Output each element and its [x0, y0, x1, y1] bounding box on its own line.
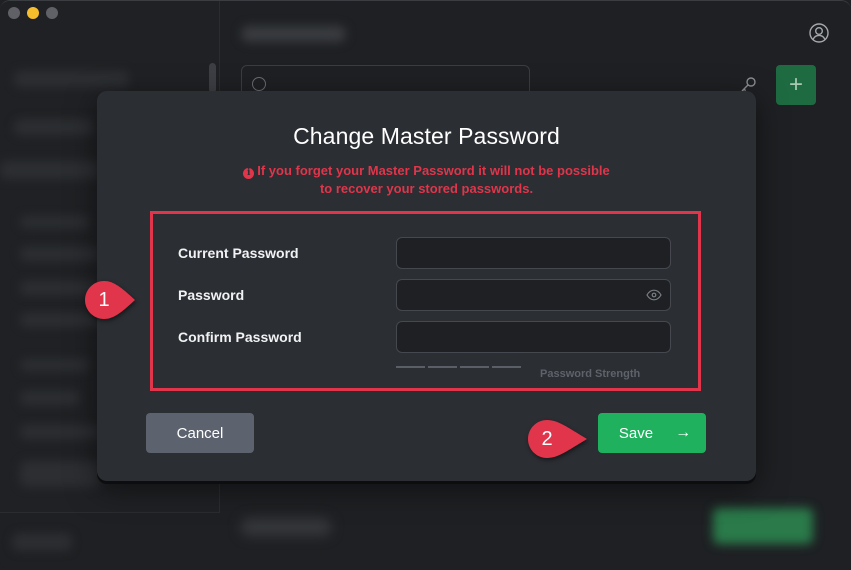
strength-segment: [396, 366, 425, 368]
password-strength-meter: [396, 366, 521, 368]
marker-number: 1: [98, 289, 110, 311]
footer-button-blurred[interactable]: [713, 508, 813, 544]
password-strength-label: Password Strength: [540, 368, 641, 380]
sidebar-item-blurred[interactable]: [0, 161, 100, 179]
cancel-button[interactable]: Cancel: [146, 413, 254, 453]
current-password-input[interactable]: [396, 237, 671, 269]
add-item-button[interactable]: +: [776, 65, 816, 105]
dialog-title: Change Master Password: [293, 123, 560, 149]
sidebar-item-blurred: [20, 359, 90, 371]
sidebar-item-blurred: [20, 216, 90, 228]
sidebar-scrollbar[interactable]: [209, 63, 216, 93]
arrow-right-icon: →: [675, 424, 692, 441]
form-row-password: Password: [97, 279, 756, 311]
confirm-password-input[interactable]: [396, 321, 671, 353]
password-label: Password: [178, 287, 245, 303]
strength-segment: [492, 366, 521, 368]
sidebar-item-blurred[interactable]: [20, 391, 80, 405]
save-label: Save: [618, 424, 654, 442]
window-controls: [8, 7, 58, 19]
strength-segment: [428, 366, 457, 368]
change-master-password-dialog: Change Master Password i If you forget yo…: [97, 91, 756, 481]
sidebar-footer-item-blurred[interactable]: [12, 533, 72, 551]
warning-line-1: If you forget your Master Password it wi…: [257, 163, 610, 178]
page-title-blurred: [241, 26, 346, 42]
form-row-confirm-password: Confirm Password: [97, 321, 756, 353]
info-icon: i: [243, 168, 255, 179]
warning-message: i If you forget your Master Password it w…: [97, 162, 756, 198]
minimize-window-button[interactable]: [27, 7, 39, 19]
annotation-marker-1: 1: [84, 280, 135, 320]
sidebar-item-blurred[interactable]: [14, 71, 129, 87]
close-window-button[interactable]: [8, 7, 20, 19]
sidebar-item-blurred[interactable]: [20, 461, 100, 487]
confirm-password-label: Confirm Password: [178, 329, 302, 345]
app-window: + Change Master Password i If you forget …: [0, 0, 851, 570]
password-input[interactable]: [396, 279, 671, 311]
annotation-marker-2: 2: [527, 419, 587, 459]
plus-icon: +: [788, 71, 803, 98]
sidebar-item-blurred[interactable]: [20, 247, 100, 261]
sidebar-item-blurred[interactable]: [20, 425, 100, 439]
sidebar-item-blurred[interactable]: [14, 119, 94, 135]
user-circle-icon[interactable]: [809, 23, 829, 43]
sidebar-footer: [0, 512, 220, 570]
eye-icon[interactable]: [646, 288, 662, 302]
current-password-label: Current Password: [178, 245, 299, 261]
maximize-window-button[interactable]: [46, 7, 58, 19]
marker-number: 2: [541, 428, 553, 450]
save-button[interactable]: Save →: [598, 413, 706, 453]
form-row-current-password: Current Password: [97, 237, 756, 269]
search-icon: [252, 77, 266, 91]
footer-text-blurred: [241, 518, 331, 536]
warning-line-2: to recover your stored passwords.: [319, 181, 534, 196]
strength-segment: [460, 366, 489, 368]
